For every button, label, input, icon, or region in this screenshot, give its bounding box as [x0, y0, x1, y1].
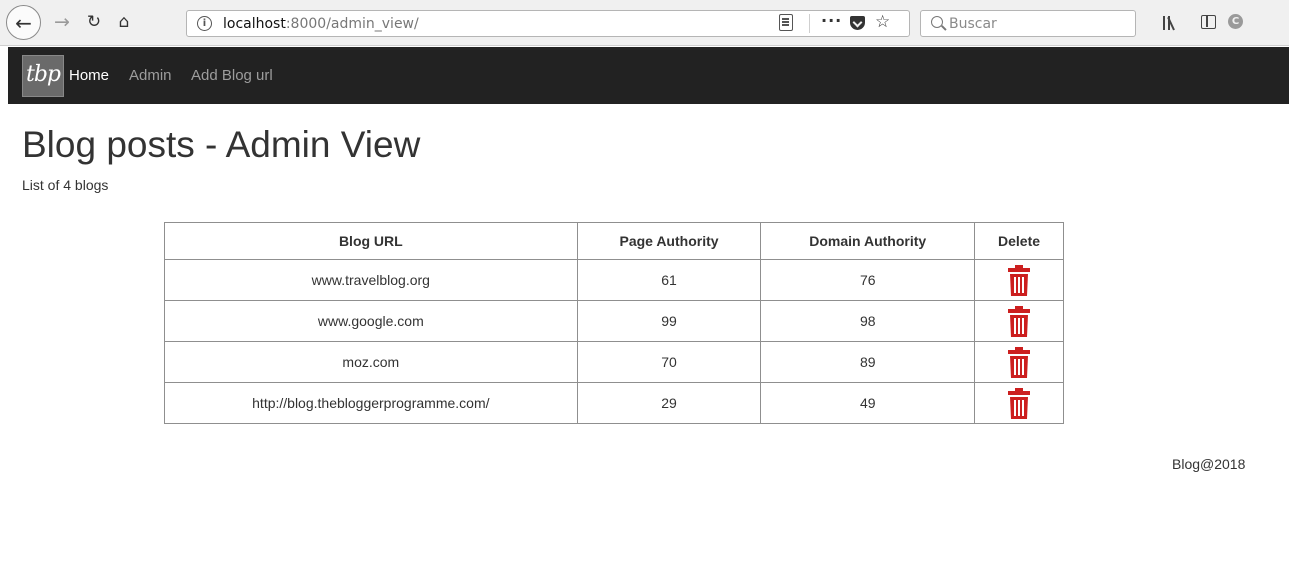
table-row: www.google.com 99 98 — [164, 300, 1064, 342]
cell-blog-url: http://blog.thebloggerprogramme.com/ — [164, 382, 578, 424]
app-navbar: tbp Home Admin Add Blog url — [8, 47, 1289, 104]
cell-blog-url: www.travelblog.org — [164, 259, 578, 301]
cell-blog-url: moz.com — [164, 341, 578, 383]
search-input[interactable] — [949, 13, 1129, 34]
more-actions-icon[interactable]: ··· — [821, 11, 842, 30]
blog-table: Blog URL Page Authority Domain Authority… — [164, 222, 1064, 424]
page-title: Blog posts - Admin View — [22, 124, 421, 165]
back-button[interactable]: ← — [6, 5, 41, 40]
delete-button[interactable] — [1008, 346, 1031, 378]
header-blog-url: Blog URL — [164, 222, 578, 260]
nav-home-link[interactable]: Home — [69, 67, 109, 84]
header-domain-authority: Domain Authority — [760, 222, 976, 260]
blog-count-text: List of 4 blogs — [22, 177, 109, 193]
reader-view-icon[interactable] — [779, 14, 793, 31]
url-host: localhost — [223, 16, 286, 32]
trash-icon — [1008, 346, 1031, 378]
cell-domain-authority: 89 — [760, 341, 976, 383]
pocket-icon[interactable] — [850, 16, 865, 30]
header-page-authority: Page Authority — [576, 222, 762, 260]
library-icon[interactable] — [1163, 14, 1181, 31]
home-icon: ⌂ — [118, 12, 130, 32]
table-row: http://blog.thebloggerprogramme.com/ 29 … — [164, 382, 1064, 424]
home-button[interactable]: ⌂ — [112, 10, 136, 34]
url-text[interactable]: localhost:8000/admin_view/ — [223, 16, 419, 32]
cell-page-authority: 29 — [576, 382, 762, 424]
search-icon — [931, 16, 943, 28]
sidebar-toggle-icon[interactable] — [1201, 15, 1216, 29]
cell-blog-url: www.google.com — [164, 300, 578, 342]
reload-button[interactable]: ↻ — [82, 10, 106, 34]
trash-icon — [1008, 264, 1031, 296]
nav-add-blog-url-link[interactable]: Add Blog url — [191, 67, 273, 84]
delete-button[interactable] — [1008, 387, 1031, 419]
delete-button[interactable] — [1008, 264, 1031, 296]
cell-delete — [974, 341, 1064, 383]
cell-domain-authority: 98 — [760, 300, 976, 342]
table-header-row: Blog URL Page Authority Domain Authority… — [164, 222, 1064, 260]
extension-icon[interactable]: C — [1228, 14, 1243, 29]
arrow-right-icon: → — [54, 11, 70, 33]
cell-page-authority: 61 — [576, 259, 762, 301]
url-separator — [809, 14, 810, 33]
bookmark-star-icon[interactable]: ☆ — [875, 12, 890, 32]
cell-domain-authority: 49 — [760, 382, 976, 424]
cell-delete — [974, 300, 1064, 342]
arrow-left-icon: ← — [15, 10, 32, 35]
trash-icon — [1008, 305, 1031, 337]
cell-page-authority: 70 — [576, 341, 762, 383]
cell-domain-authority: 76 — [760, 259, 976, 301]
table-row: www.travelblog.org 61 76 — [164, 259, 1064, 301]
reload-icon: ↻ — [86, 12, 102, 32]
browser-toolbar: ← → ↻ ⌂ i localhost:8000/admin_view/ ···… — [0, 0, 1289, 46]
cell-delete — [974, 382, 1064, 424]
footer-text: Blog@2018 — [1172, 456, 1246, 472]
cell-delete — [974, 259, 1064, 301]
nav-admin-link[interactable]: Admin — [129, 67, 172, 84]
header-delete: Delete — [974, 222, 1064, 260]
brand-logo[interactable]: tbp — [22, 55, 64, 97]
table-row: moz.com 70 89 — [164, 341, 1064, 383]
cell-page-authority: 99 — [576, 300, 762, 342]
url-path: :8000/admin_view/ — [285, 16, 419, 32]
info-icon[interactable]: i — [197, 16, 212, 31]
address-bar[interactable]: i localhost:8000/admin_view/ ··· ☆ — [186, 10, 910, 37]
trash-icon — [1008, 387, 1031, 419]
delete-button[interactable] — [1008, 305, 1031, 337]
search-bar[interactable] — [920, 10, 1136, 37]
forward-button[interactable]: → — [50, 10, 74, 34]
